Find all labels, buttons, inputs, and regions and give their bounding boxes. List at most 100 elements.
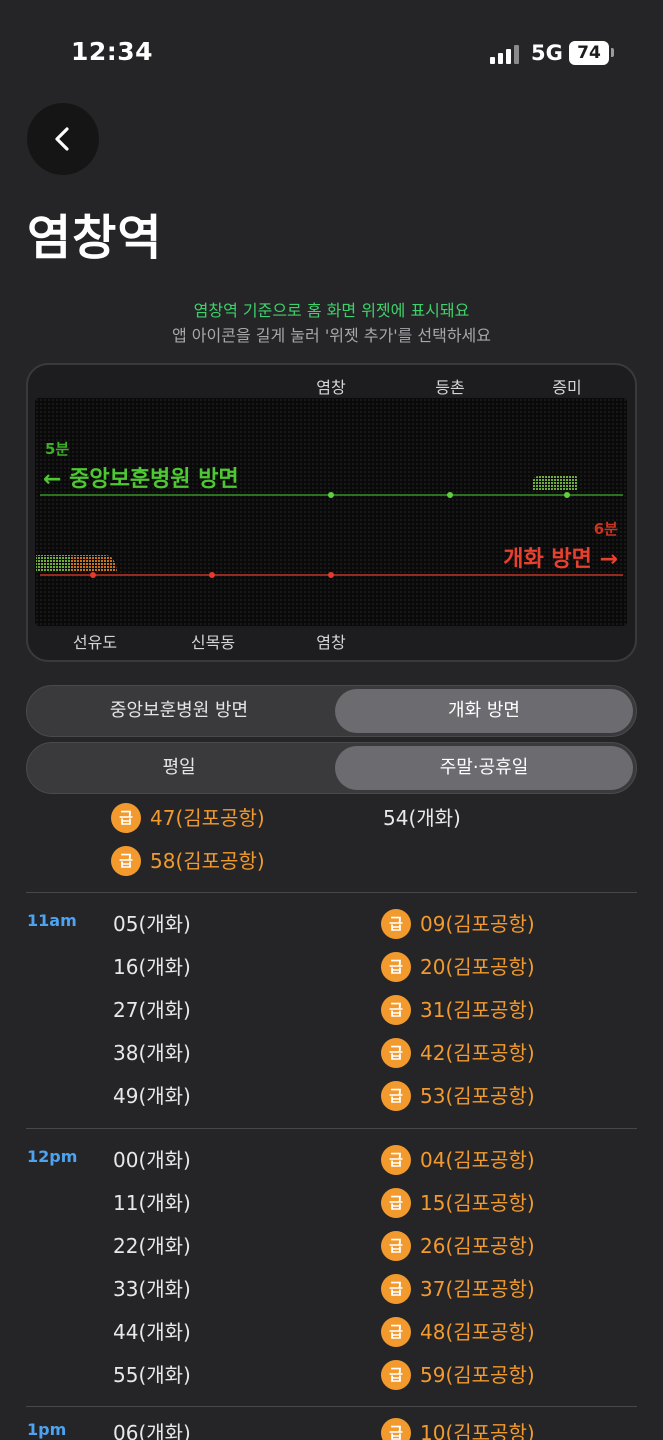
segment-option-day[interactable]: 평일	[30, 746, 328, 790]
departure: 00(개화)	[113, 1144, 191, 1176]
express-badge-icon: 급	[381, 909, 411, 939]
express-badge-icon: 급	[381, 1317, 411, 1347]
departure: 33(개화)	[113, 1273, 191, 1305]
chevron-left-icon	[55, 127, 69, 151]
express-departure: 급 15(김포공항)	[381, 1187, 535, 1219]
departure-time: 15(김포공항)	[420, 1191, 535, 1215]
departure-time: 42(김포공항)	[420, 1041, 535, 1065]
page-title: 염창역	[27, 210, 163, 266]
led-board: 5분 ← 중앙보훈병원 방면 6분 개화 방면 →	[35, 398, 627, 626]
train-icon	[36, 555, 117, 571]
departure: 27(개화)	[113, 994, 191, 1026]
widget-instruction: 앱 아이콘을 길게 눌러 '위젯 추가'를 선택하세요	[172, 326, 491, 345]
segment-option-day-selected[interactable]: 주말·공휴일	[335, 746, 633, 790]
departure: 06(개화)	[113, 1417, 191, 1440]
direction-segmented-control: 중앙보훈병원 방면 개화 방면	[26, 685, 637, 737]
departure-time: 27(개화)	[113, 998, 191, 1022]
express-departure: 급 04(김포공항)	[381, 1144, 535, 1176]
station-label-top: 염창	[316, 378, 346, 397]
departure-time: 00(개화)	[113, 1148, 191, 1172]
express-badge-icon: 급	[381, 1038, 411, 1068]
departure: 38(개화)	[113, 1037, 191, 1069]
departure-time: 06(개화)	[113, 1421, 191, 1440]
express-badge-icon: 급	[381, 1145, 411, 1175]
departure-time: 05(개화)	[113, 912, 191, 936]
express-departure: 급 47(김포공항)	[111, 802, 265, 834]
station-label-bottom: 선유도	[72, 633, 118, 652]
express-departure: 급 09(김포공항)	[381, 908, 535, 940]
departure-time: 09(김포공항)	[420, 912, 535, 936]
network-type: 5G	[531, 41, 563, 65]
express-badge-icon: 급	[111, 803, 141, 833]
segment-option-direction-selected[interactable]: 개화 방면	[335, 689, 633, 733]
battery-icon: 74	[569, 41, 609, 65]
lower-station-dot	[209, 572, 215, 578]
departure-time: 38(개화)	[113, 1041, 191, 1065]
hour-label: 12pm	[27, 1147, 78, 1166]
track-diagram: 5분 ← 중앙보훈병원 방면 6분 개화 방면 →	[36, 440, 623, 578]
departure: 55(개화)	[113, 1359, 191, 1391]
express-badge-icon: 급	[381, 1274, 411, 1304]
upper-minutes: 5분	[45, 440, 69, 458]
express-departure: 급 48(김포공항)	[381, 1316, 535, 1348]
departure-time: 11(개화)	[113, 1191, 191, 1215]
departure: 44(개화)	[113, 1316, 191, 1348]
battery-tip	[611, 48, 614, 57]
lower-station-dot	[328, 572, 334, 578]
express-departure: 급 53(김포공항)	[381, 1080, 535, 1112]
departure-time: 37(김포공항)	[420, 1277, 535, 1301]
departure-time: 44(개화)	[113, 1320, 191, 1344]
day-type-segmented-control: 평일 주말·공휴일	[26, 742, 637, 794]
express-departure: 급 37(김포공항)	[381, 1273, 535, 1305]
departure: 11(개화)	[113, 1187, 191, 1219]
departure: 49(개화)	[113, 1080, 191, 1112]
express-departure: 급 26(김포공항)	[381, 1230, 535, 1262]
lower-direction: 개화 방면 →	[503, 547, 618, 572]
hour-label: 11am	[27, 911, 77, 930]
express-departure: 급 20(김포공항)	[381, 951, 535, 983]
screen: 12:34 5G 74 염창역 염창역 기준으로 홈 화면 위젯에 표시돼요 앱…	[0, 0, 663, 1440]
departure-time: 47(김포공항)	[150, 806, 265, 830]
upper-station-dot	[447, 492, 453, 498]
upper-station-dot	[328, 492, 334, 498]
express-badge-icon: 급	[111, 846, 141, 876]
express-departure: 급 42(김포공항)	[381, 1037, 535, 1069]
station-label-bottom: 염창	[316, 633, 346, 652]
departure: 22(개화)	[113, 1230, 191, 1262]
lower-minutes: 6분	[594, 520, 618, 538]
hour-label: 1pm	[27, 1420, 67, 1439]
departure-time: 58(김포공항)	[150, 849, 265, 873]
station-label-bottom: 신목동	[190, 633, 236, 652]
departure-time: 55(개화)	[113, 1363, 191, 1387]
departure-time: 22(개화)	[113, 1234, 191, 1258]
status-time: 12:34	[71, 37, 154, 66]
hour-divider	[26, 892, 637, 893]
station-label-top: 증미	[552, 378, 582, 397]
express-departure: 급 31(김포공항)	[381, 994, 535, 1026]
express-badge-icon: 급	[381, 1081, 411, 1111]
express-badge-icon: 급	[381, 1418, 411, 1440]
hour-divider	[26, 1128, 637, 1129]
widget-hint: 염창역 기준으로 홈 화면 위젯에 표시돼요	[193, 301, 470, 320]
departure-time: 48(김포공항)	[420, 1320, 535, 1344]
back-button[interactable]	[27, 103, 99, 175]
departure-time: 49(개화)	[113, 1084, 191, 1108]
departure-time: 33(개화)	[113, 1277, 191, 1301]
segment-option-direction[interactable]: 중앙보훈병원 방면	[30, 689, 328, 733]
upper-direction: ← 중앙보훈병원 방면	[43, 467, 239, 492]
cellular-signal-icon	[490, 44, 520, 64]
express-badge-icon: 급	[381, 1360, 411, 1390]
departure-time: 59(김포공항)	[420, 1363, 535, 1387]
train-icon	[532, 475, 578, 491]
status-bar: 12:34 5G 74	[0, 0, 663, 100]
express-departure: 급 59(김포공항)	[381, 1359, 535, 1391]
express-badge-icon: 급	[381, 1231, 411, 1261]
departure-time: 31(김포공항)	[420, 998, 535, 1022]
express-badge-icon: 급	[381, 952, 411, 982]
departure: 16(개화)	[113, 951, 191, 983]
departure-time: 16(개화)	[113, 955, 191, 979]
lower-station-dot	[90, 572, 96, 578]
departure: 54(개화)	[383, 802, 461, 834]
departure-time: 53(김포공항)	[420, 1084, 535, 1108]
departure-time: 54(개화)	[383, 806, 461, 830]
